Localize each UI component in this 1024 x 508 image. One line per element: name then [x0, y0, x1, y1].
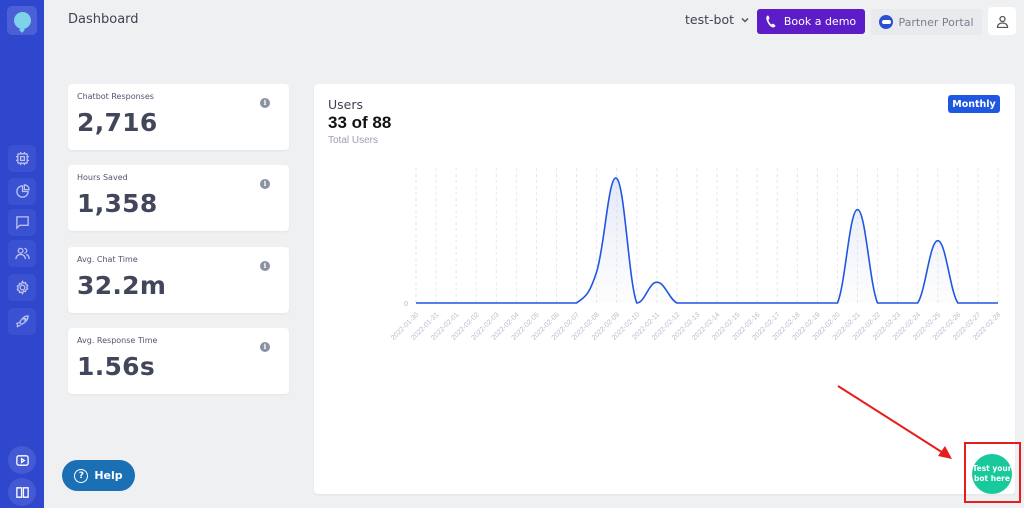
video-icon [15, 454, 29, 466]
help-button[interactable]: ? Help [62, 460, 135, 491]
settings-icon [15, 280, 29, 295]
stat-value: 32.2m [77, 271, 167, 300]
chevron-down-icon [741, 17, 749, 23]
users-icon [14, 247, 30, 260]
sidebar-item-users[interactable] [8, 240, 36, 267]
stat-value: 1,358 [77, 189, 158, 218]
annotation-arrow [837, 385, 952, 459]
book-demo-label: Book a demo [783, 15, 857, 28]
book-demo-button[interactable]: Book a demo [757, 9, 865, 34]
chart-title: Users [328, 97, 364, 112]
chat-icon [15, 216, 29, 230]
series-line-users [415, 177, 998, 304]
logo[interactable] [7, 6, 37, 35]
rocket-icon [15, 315, 29, 328]
bot-selector[interactable]: test-bot [685, 12, 750, 27]
stat-card-avg-chat-time: Avg. Chat Time 32.2m i [68, 247, 289, 313]
sidebar-item-tutorials[interactable] [8, 446, 36, 474]
bot-name: test-bot [685, 12, 734, 27]
page-title: Dashboard [68, 12, 139, 27]
stat-label: Chatbot Responses [77, 92, 154, 101]
partner-portal-label: Partner Portal [898, 15, 974, 29]
book-icon [15, 486, 29, 498]
partner-portal-button[interactable]: Partner Portal [871, 9, 982, 35]
stat-label: Avg. Chat Time [77, 255, 138, 264]
sidebar-item-conversations[interactable] [8, 209, 36, 236]
sidebar-item-settings[interactable] [8, 274, 36, 301]
chat-bubble-logo-icon [13, 12, 31, 29]
info-icon[interactable]: i [260, 179, 270, 189]
stat-value: 1.56s [77, 352, 156, 381]
y-tick-label: 0 [404, 301, 408, 308]
stat-label: Avg. Response Time [77, 336, 158, 345]
sidebar-item-deploy[interactable] [8, 308, 36, 335]
period-monthly-button[interactable]: Monthly [948, 95, 1000, 113]
info-icon[interactable]: i [260, 342, 270, 352]
sidebar-item-analytics[interactable] [8, 178, 36, 205]
info-icon[interactable]: i [260, 261, 270, 271]
stat-label: Hours Saved [77, 173, 128, 182]
stat-card-avg-response-time: Avg. Response Time 1.56s i [68, 328, 289, 394]
stat-value: 2,716 [77, 108, 158, 137]
users-count: 33 of 88 [328, 113, 392, 132]
users-subtitle: Total Users [328, 135, 379, 146]
chip-icon [15, 151, 29, 166]
stat-card-hours-saved: Hours Saved 1,358 i [68, 165, 289, 231]
phone-icon [766, 15, 776, 28]
handshake-icon [879, 15, 894, 29]
pie-chart-icon [15, 184, 30, 198]
stat-card-chatbot-responses: Chatbot Responses 2,716 i [68, 84, 289, 150]
sidebar-item-docs[interactable] [8, 478, 36, 506]
sidebar [0, 0, 44, 508]
test-bot-button[interactable]: Test your bot here [972, 454, 1012, 494]
sidebar-item-bots[interactable] [8, 145, 36, 172]
user-profile-button[interactable] [988, 7, 1016, 35]
series-area [416, 178, 998, 303]
question-icon: ? [74, 468, 89, 483]
user-icon [996, 15, 1008, 28]
help-label: Help [94, 469, 123, 482]
info-icon[interactable]: i [260, 98, 270, 108]
